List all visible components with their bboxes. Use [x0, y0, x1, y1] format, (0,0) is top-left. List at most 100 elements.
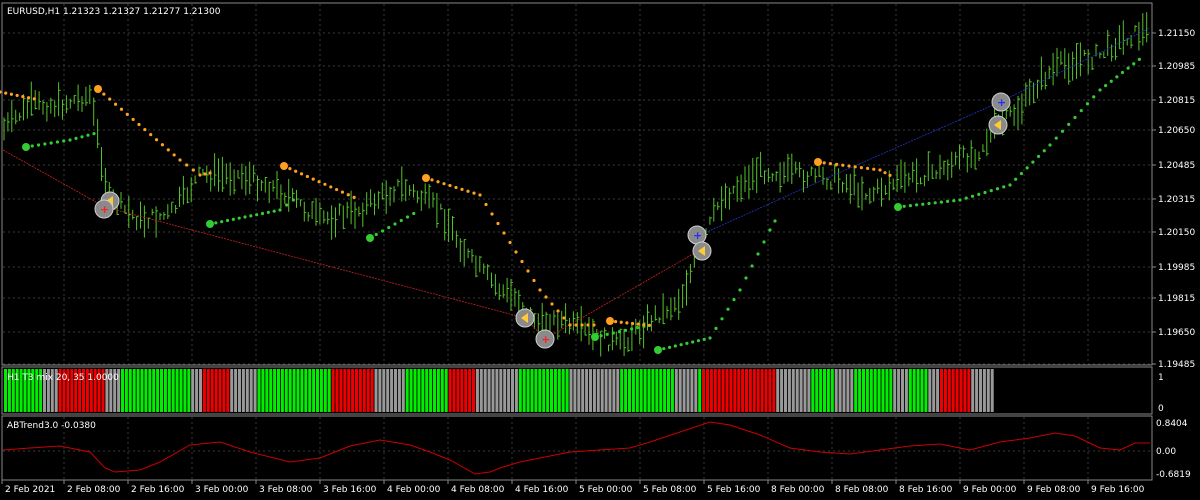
sar-dot	[685, 341, 689, 345]
sar-dot	[921, 202, 925, 206]
sar-dot	[556, 309, 560, 313]
time-tick-label: 9 Feb 08:00	[1027, 485, 1081, 495]
sar-dot	[878, 168, 882, 172]
histogram-bar-gray	[238, 369, 241, 412]
histogram-bar-green	[288, 369, 292, 412]
histogram-bar-red	[335, 369, 339, 412]
histogram-bar-gray	[990, 369, 994, 412]
histogram-bar-green	[698, 369, 702, 412]
histogram-bar-red	[959, 369, 963, 412]
sar-dot	[119, 107, 124, 111]
histogram-bar-gray	[901, 369, 904, 412]
histogram-bar-green	[280, 369, 284, 412]
price-tick-label: 1.20815	[1158, 96, 1195, 106]
histogram-bar-gray	[475, 369, 479, 412]
sar-dot	[768, 228, 772, 232]
histogram-bar-green	[538, 369, 542, 412]
histogram-bar-red	[331, 369, 335, 412]
histogram-bar-green	[156, 369, 160, 412]
sar-dot	[908, 204, 913, 208]
histogram-bar-red	[721, 369, 725, 412]
sar-dot	[599, 334, 603, 338]
sar-dot	[380, 229, 385, 233]
histogram-bar-gray	[585, 369, 589, 412]
histogram-bar-green	[908, 369, 912, 412]
main-panel[interactable]: + + + + EURUSD,H1 1.21323 1.21327 1.21277 1…	[0, 2, 1153, 366]
sar-dot	[225, 218, 230, 223]
sar-start-dot	[654, 346, 662, 354]
sar-dot	[720, 317, 724, 321]
sar-dot	[1120, 70, 1125, 75]
histogram-bar-gray	[495, 369, 499, 412]
time-tick-label: 2 Feb 08:00	[67, 485, 121, 495]
histogram-bar-green	[413, 369, 417, 412]
histogram-bar-gray	[893, 369, 897, 412]
histogram-bar-red	[202, 369, 206, 412]
sar-dot	[738, 288, 742, 292]
sar-dot	[673, 344, 677, 348]
sar-dot	[260, 211, 265, 216]
sar-dot	[952, 199, 956, 203]
histogram-bar-red	[460, 369, 464, 412]
sar-dot	[580, 323, 584, 327]
sar-dot	[102, 92, 106, 96]
sar-dot	[605, 332, 609, 336]
ab-label-bottom: -0.6819	[1156, 470, 1191, 480]
sar-dot	[160, 143, 165, 147]
sar-dot	[329, 185, 333, 189]
histogram-bar-green	[121, 369, 124, 412]
histogram-bar-gray	[581, 369, 585, 412]
sar-dot	[989, 189, 993, 193]
sar-dot	[822, 161, 826, 165]
histogram-bar-gray	[401, 369, 405, 412]
sar-dot	[412, 211, 416, 216]
sar-dot	[691, 340, 695, 344]
histogram-bar-green	[659, 369, 663, 412]
histogram-bar-green	[550, 369, 553, 412]
histogram-bar-green	[826, 369, 830, 412]
sar-dot	[317, 180, 321, 184]
sar-dot	[995, 187, 1000, 191]
sar-dot	[550, 302, 554, 306]
sar-dot	[172, 153, 176, 157]
histogram-panel[interactable]: H1 T3 mix 20, 35 1.0000 1 0	[1, 366, 1164, 415]
sar-dot	[859, 166, 864, 170]
histogram-bar-green	[651, 369, 655, 412]
histogram-bar-gray	[230, 369, 234, 412]
sar-dot	[255, 213, 259, 217]
histogram-bar-gray	[503, 369, 507, 412]
histogram-bar-green	[409, 369, 413, 412]
histogram-bar-green	[316, 369, 319, 412]
histogram-bar-gray	[483, 369, 487, 412]
histogram-bar-gray	[975, 369, 979, 412]
sar-dot	[611, 331, 615, 335]
histogram-bar-gray	[573, 369, 577, 412]
histogram-bar-red	[351, 369, 355, 412]
histogram-bar-gray	[834, 369, 838, 412]
histogram-bar-green	[152, 369, 156, 412]
histogram-bar-green	[140, 369, 144, 412]
sar-dot	[773, 219, 777, 223]
histogram-bar-red	[358, 369, 362, 412]
histogram-bar-green	[542, 369, 546, 412]
time-tick-label: 4 Feb 00:00	[387, 485, 441, 495]
histogram-bar-gray	[838, 369, 842, 412]
histogram-bar-gray	[986, 369, 990, 412]
histogram-bar-red	[448, 369, 452, 412]
sar-dot	[1019, 171, 1024, 176]
cross-icon: +	[997, 96, 1006, 109]
sar-dot	[696, 339, 701, 343]
histogram-bar-green	[136, 369, 140, 412]
histogram-bar-green	[530, 369, 534, 412]
histogram-bar-gray	[390, 369, 394, 412]
trading-chart[interactable]: + + + + EURUSD,H1 1.21323 1.21327 1.21277 1…	[0, 0, 1200, 500]
histogram-bar-green	[417, 369, 421, 412]
sar-dot	[927, 201, 931, 206]
histogram-bar-green	[312, 369, 316, 412]
sar-start-dot	[366, 234, 374, 242]
histogram-bar-gray	[514, 369, 518, 412]
sar-dot	[143, 127, 147, 132]
histogram-bar-green	[881, 369, 885, 412]
sar-dot	[568, 323, 572, 327]
abtrend-panel[interactable]: ABTrend3.0 -0.0380 0.8404 0.00 -0.6819	[1, 415, 1191, 481]
